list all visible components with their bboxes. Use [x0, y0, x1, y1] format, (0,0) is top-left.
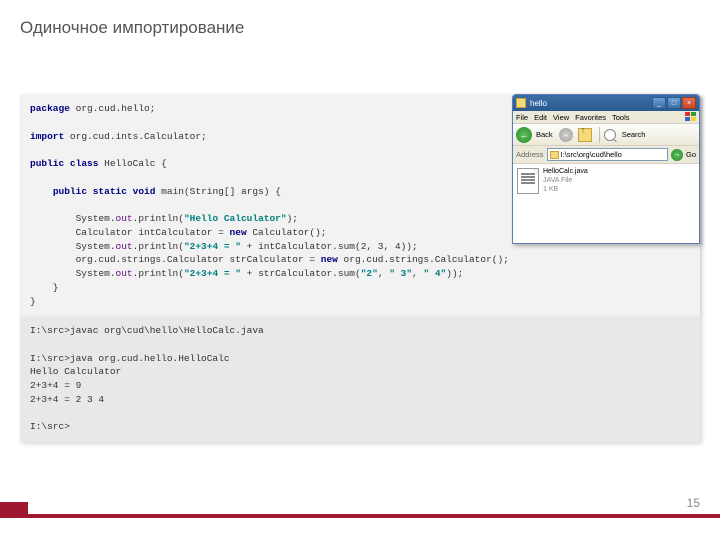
- titlebar[interactable]: hello _ □ ×: [513, 95, 699, 111]
- menu-file[interactable]: File: [516, 113, 528, 122]
- c2: ,: [412, 268, 423, 279]
- folder-icon: [550, 151, 559, 159]
- t8: I:\src>: [30, 421, 70, 432]
- brace-in: }: [30, 282, 59, 293]
- new1: new: [230, 227, 247, 238]
- cp3: ));: [446, 268, 463, 279]
- address-field[interactable]: I:\src\org\cud\hello: [547, 148, 668, 161]
- str-expr1: "2+3+4 = ": [184, 241, 241, 252]
- windows-logo-icon: [685, 112, 697, 122]
- kw-public: public: [30, 158, 64, 169]
- package-name: org.cud.hello;: [70, 103, 156, 114]
- t6: 2+3+4 = 2 3 4: [30, 394, 104, 405]
- forward-button[interactable]: →: [559, 128, 573, 142]
- menu-view[interactable]: View: [553, 113, 569, 122]
- main-sig: main(String[] args) {: [155, 186, 280, 197]
- a3: " 3": [389, 268, 412, 279]
- explorer-window: hello _ □ × File Edit View Favorites Too…: [512, 94, 700, 244]
- t4: Hello Calculator: [30, 366, 121, 377]
- cp1: );: [287, 213, 298, 224]
- kw-class: class: [70, 158, 99, 169]
- file-list[interactable]: HelloCalc.java JAVA File 1 KB: [513, 164, 699, 243]
- kw-import: import: [30, 131, 64, 142]
- separator: [599, 127, 600, 143]
- sys1: System.: [76, 213, 116, 224]
- a4: " 4": [423, 268, 446, 279]
- menu-edit[interactable]: Edit: [534, 113, 547, 122]
- kw-void: void: [133, 186, 156, 197]
- menu-tools[interactable]: Tools: [612, 113, 630, 122]
- out1: out: [116, 213, 133, 224]
- file-type: JAVA File: [543, 177, 588, 186]
- address-label: Address: [516, 150, 544, 159]
- close-button[interactable]: ×: [682, 97, 696, 109]
- address-path: I:\src\org\cud\hello: [561, 150, 622, 159]
- file-name[interactable]: HelloCalc.java: [543, 168, 588, 177]
- addressbar: Address I:\src\org\cud\hello → Go: [513, 146, 699, 164]
- footer-accent: [0, 502, 28, 518]
- println3: .println(: [133, 268, 184, 279]
- folder-icon: [516, 98, 526, 108]
- brace-out: }: [30, 296, 36, 307]
- kw-public2: public: [53, 186, 87, 197]
- plus-str: + strCalculator.sum(: [241, 268, 361, 279]
- terminal-block: I:\src>javac org\cud\hello\HelloCalc.jav…: [20, 316, 700, 442]
- file-info: HelloCalc.java JAVA File 1 KB: [543, 168, 588, 194]
- t3: I:\src>java org.cud.hello.HelloCalc: [30, 353, 230, 364]
- search-label: Search: [622, 130, 646, 139]
- menubar: File Edit View Favorites Tools: [513, 111, 699, 124]
- out3: out: [116, 268, 133, 279]
- go-button[interactable]: →: [671, 149, 683, 161]
- back-button[interactable]: ←: [516, 127, 532, 143]
- out2: out: [116, 241, 133, 252]
- str-expr2: "2+3+4 = ": [184, 268, 241, 279]
- slide-title: Одиночное импортирование: [20, 18, 244, 38]
- search-icon[interactable]: [604, 129, 616, 141]
- plus-int: + intCalculator.sum(2, 3, 4));: [241, 241, 418, 252]
- new2: new: [321, 254, 338, 265]
- calc-decl: Calculator intCalculator =: [30, 227, 230, 238]
- str-ctor: org.cud.strings.Calculator();: [338, 254, 509, 265]
- back-label: Back: [536, 130, 553, 139]
- import-name: org.cud.ints.Calculator;: [64, 131, 207, 142]
- file-size: 1 KB: [543, 186, 588, 195]
- maximize-button[interactable]: □: [667, 97, 681, 109]
- page-number: 15: [687, 496, 700, 510]
- footer-line: [0, 514, 720, 518]
- str-decl: org.cud.strings.Calculator strCalculator…: [30, 254, 321, 265]
- t5: 2+3+4 = 9: [30, 380, 81, 391]
- window-title: hello: [530, 99, 652, 108]
- toolbar: ← Back → Search: [513, 124, 699, 146]
- kw-package: package: [30, 103, 70, 114]
- sys3: System.: [76, 268, 116, 279]
- class-name: HelloCalc {: [98, 158, 166, 169]
- calc-ctor: Calculator();: [247, 227, 327, 238]
- str-hello: "Hello Calculator": [184, 213, 287, 224]
- menu-favorites[interactable]: Favorites: [575, 113, 606, 122]
- sys2: System.: [76, 241, 116, 252]
- up-button[interactable]: [578, 128, 592, 142]
- a2: "2": [361, 268, 378, 279]
- println2: .println(: [133, 241, 184, 252]
- go-label: Go: [686, 150, 696, 159]
- println1: .println(: [133, 213, 184, 224]
- c1: ,: [378, 268, 389, 279]
- minimize-button[interactable]: _: [652, 97, 666, 109]
- file-icon[interactable]: [517, 168, 539, 194]
- t1: I:\src>javac org\cud\hello\HelloCalc.jav…: [30, 325, 264, 336]
- kw-static: static: [93, 186, 127, 197]
